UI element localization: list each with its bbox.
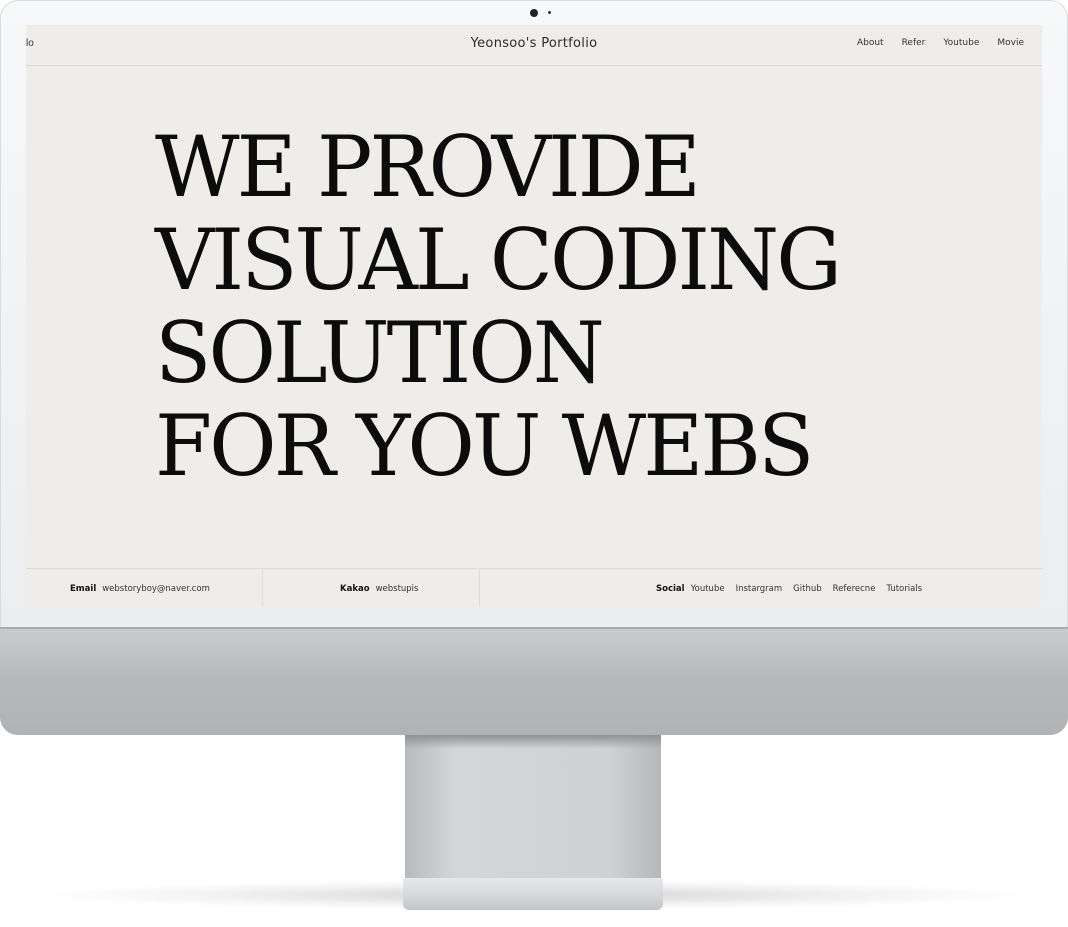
- site-footer: Email webstoryboy@naver.com Kakao webstu…: [26, 568, 1042, 607]
- imac-chin: [0, 627, 1068, 735]
- social-tutorials-link[interactable]: Tutorials: [886, 584, 922, 594]
- footer-divider: [479, 569, 480, 607]
- hero-line-2: VISUAL CODING: [155, 211, 842, 309]
- footer-divider: [262, 569, 263, 607]
- hero-line-4: FOR YOU WEBS: [155, 397, 814, 495]
- nav-movie[interactable]: Movie: [997, 38, 1024, 48]
- imac-stand: [405, 735, 661, 880]
- main-nav: About Refer Youtube Movie C: [857, 38, 1042, 48]
- imac-frame: lo Yeonsoo's Portfolio About Refer Youtu…: [0, 0, 1068, 735]
- footer-social: Social Youtube Instargram Github Referec…: [656, 569, 922, 607]
- nav-refer[interactable]: Refer: [902, 38, 926, 48]
- footer-email: Email webstoryboy@naver.com: [70, 569, 210, 607]
- camera-sensor-icon: [548, 11, 551, 14]
- email-link[interactable]: webstoryboy@naver.com: [102, 584, 210, 594]
- social-youtube-link[interactable]: Youtube: [691, 584, 725, 594]
- social-github-link[interactable]: Github: [793, 584, 821, 594]
- email-label: Email: [70, 583, 97, 594]
- footer-kakao: Kakao webstupis: [340, 569, 418, 607]
- hero-line-3: SOLUTION: [155, 304, 605, 402]
- kakao-label: Kakao: [340, 583, 370, 594]
- social-links: Youtube Instargram Github Referecne Tuto…: [691, 584, 923, 594]
- social-instagram-link[interactable]: Instargram: [736, 584, 783, 594]
- screen: lo Yeonsoo's Portfolio About Refer Youtu…: [26, 25, 1042, 607]
- social-reference-link[interactable]: Referecne: [833, 584, 876, 594]
- kakao-id[interactable]: webstupis: [376, 584, 419, 594]
- hero-headline: WE PROVIDE VISUAL CODING SOLUTION FOR YO…: [155, 118, 842, 495]
- site-header: lo Yeonsoo's Portfolio About Refer Youtu…: [26, 25, 1042, 66]
- imac-stand-foot: [403, 878, 663, 910]
- social-label: Social: [656, 583, 685, 594]
- camera-icon: [530, 9, 538, 17]
- hero-line-1: WE PROVIDE: [155, 118, 701, 216]
- nav-about[interactable]: About: [857, 38, 884, 48]
- nav-youtube[interactable]: Youtube: [943, 38, 979, 48]
